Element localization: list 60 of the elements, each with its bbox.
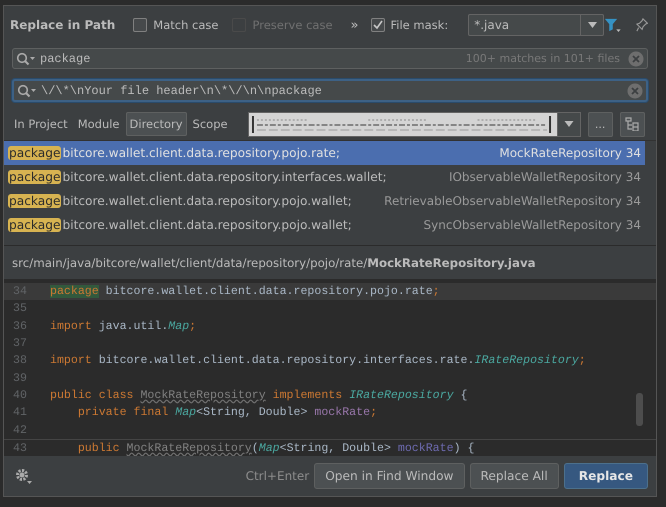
result-row[interactable]: package bitcore.wallet.client.data.repository.pojo.rate; MockRateRepository 34 bbox=[4, 141, 645, 165]
code-line: public MockRateRepository(Map<String, Double> mockRate) { bbox=[76, 442, 474, 455]
browse-button[interactable]: ... bbox=[588, 112, 613, 136]
code-line: private final Map<String, Double> mockRate; bbox=[76, 406, 378, 420]
checkbox[interactable] bbox=[370, 18, 385, 32]
result-file: MockRateRepository 34 bbox=[499, 146, 641, 160]
checkbox-label: Match case bbox=[153, 18, 218, 32]
line-number: 40 bbox=[12, 388, 28, 402]
result-file: RetrievableObservableWalletRepository 34 bbox=[384, 194, 641, 208]
replace-field[interactable]: \/\*\nYour file header\n\*\/\n\npackage bbox=[12, 79, 648, 102]
checkbox-label: File mask: bbox=[390, 18, 448, 32]
code-line: import bitcore.wallet.client.data.repository.interfaces.rate.IRateRepository; bbox=[50, 354, 586, 368]
line-number: 43 bbox=[12, 442, 28, 455]
match-highlight: package bbox=[8, 146, 62, 160]
more-options-button[interactable]: » bbox=[346, 18, 363, 32]
dialog-button[interactable]: Replace All bbox=[470, 463, 559, 489]
match-highlight: package bbox=[8, 170, 62, 184]
search-icon bbox=[17, 84, 37, 98]
result-row[interactable]: package bitcore.wallet.client.data.repository.pojo.wallet; SyncObservableWalletRepository 34 bbox=[4, 213, 645, 237]
clear-icon[interactable] bbox=[628, 50, 644, 66]
result-text: bitcore.wallet.client.data.repository.pojo.rate; bbox=[62, 146, 341, 160]
shortcut-hint: Ctrl+Enter bbox=[246, 469, 310, 483]
dialog-title: Replace in Path bbox=[10, 18, 116, 32]
filter-icon[interactable] bbox=[604, 16, 622, 34]
search-icon bbox=[16, 52, 36, 66]
result-row[interactable]: package bitcore.wallet.client.data.repository.pojo.wallet; RetrievableObservableWalletRepository 34 bbox=[4, 189, 645, 213]
scope-tab[interactable]: In Project bbox=[10, 112, 72, 136]
line-number: 35 bbox=[12, 302, 28, 316]
scrollbar-thumb[interactable] bbox=[636, 393, 643, 426]
result-file: IObservableWalletRepository 34 bbox=[448, 170, 641, 184]
dialog-button[interactable]: Open in Find Window bbox=[314, 463, 465, 489]
line-number: 36 bbox=[12, 320, 28, 333]
code-line: public class MockRateRepository implements IRateRepository { bbox=[50, 388, 468, 402]
file-path: src/main/java/bitcore/wallet/client/data/repository/pojo/rate/MockRateRepository.java bbox=[12, 256, 536, 270]
line-number: 39 bbox=[12, 372, 28, 385]
dropdown-arrow-icon bbox=[588, 22, 597, 28]
result-file: SyncObservableWalletRepository 34 bbox=[424, 218, 641, 232]
scope-tab[interactable]: Directory bbox=[126, 112, 187, 136]
settings-icon[interactable] bbox=[14, 467, 34, 485]
clear-icon[interactable] bbox=[627, 82, 643, 98]
dialog-button[interactable]: Replace bbox=[564, 463, 648, 489]
line-number: 37 bbox=[12, 337, 28, 350]
line-number: 41 bbox=[12, 406, 28, 420]
line-number: 42 bbox=[12, 424, 28, 437]
checkbox[interactable] bbox=[133, 18, 148, 32]
scope-tab[interactable]: Module bbox=[74, 112, 124, 136]
code-line: package bitcore.wallet.client.data.repository.pojo.rate; bbox=[50, 285, 440, 298]
result-text: bitcore.wallet.client.data.repository.interfaces.wallet; bbox=[62, 170, 388, 184]
pin-icon[interactable] bbox=[636, 17, 648, 33]
tree-icon bbox=[625, 117, 640, 131]
result-text: bitcore.wallet.client.data.repository.pojo.wallet; bbox=[62, 218, 353, 232]
result-text: bitcore.wallet.client.data.repository.pojo.wallet; bbox=[62, 194, 353, 208]
file-mask-dropdown[interactable]: *.java bbox=[468, 14, 604, 36]
scope-tab[interactable]: Scope bbox=[188, 112, 232, 136]
result-row[interactable]: package bitcore.wallet.client.data.repository.interfaces.wallet; IObservableWalletRepository 34 bbox=[4, 165, 645, 189]
match-highlight: package bbox=[8, 194, 62, 208]
code-line: import java.util.Map; bbox=[50, 320, 196, 333]
match-highlight: package bbox=[8, 218, 62, 232]
line-number: 38 bbox=[12, 354, 28, 368]
tree-view-button[interactable] bbox=[620, 112, 645, 136]
